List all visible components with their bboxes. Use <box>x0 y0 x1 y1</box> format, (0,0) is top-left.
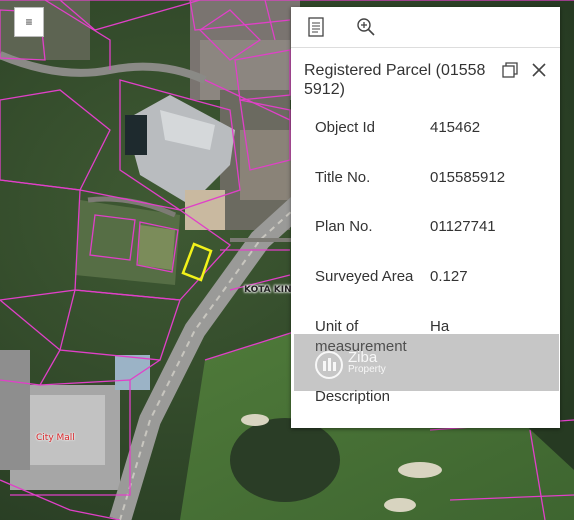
bare-ground <box>185 190 225 230</box>
map-menu-button[interactable]: ≡ <box>14 7 44 37</box>
attribute-value: 0.127 <box>430 268 468 285</box>
bunker <box>384 498 416 512</box>
dark-roof <box>125 115 147 155</box>
mall-roof <box>20 395 105 465</box>
clearing <box>138 225 175 270</box>
attribute-value: 415462 <box>430 119 481 136</box>
attribute-key: Object Id <box>315 119 376 136</box>
attribute-value: 01127741 <box>430 218 496 235</box>
bunker <box>241 414 269 426</box>
mall-label: City Mall <box>36 433 75 443</box>
lake <box>230 418 340 502</box>
document-icon[interactable] <box>305 16 327 38</box>
attribute-key: Plan No. <box>315 218 373 235</box>
close-icon[interactable] <box>528 59 550 81</box>
parking <box>0 350 30 470</box>
attribute-value: 015585912 <box>430 169 506 186</box>
attribute-value: Ha <box>430 318 450 335</box>
attribute-key: Surveyed Area <box>315 268 414 285</box>
hamburger-menu-icon: ≡ <box>25 15 33 29</box>
popup-toolbar <box>291 7 560 48</box>
road-label: KOTA KIN <box>244 285 292 295</box>
bunker <box>398 462 442 478</box>
attribute-key: Title No. <box>315 169 371 186</box>
building-blue-roof <box>115 355 150 390</box>
dock-icon[interactable] <box>499 59 521 81</box>
popup-title: Registered Parcel (01558 5912) <box>304 62 486 98</box>
zoom-to-icon[interactable] <box>355 16 377 38</box>
attribute-key: Description <box>315 388 391 405</box>
feature-popup: Registered Parcel (01558 5912) Object Id… <box>291 7 560 428</box>
attribute-key: Unit of measurement <box>315 318 407 355</box>
